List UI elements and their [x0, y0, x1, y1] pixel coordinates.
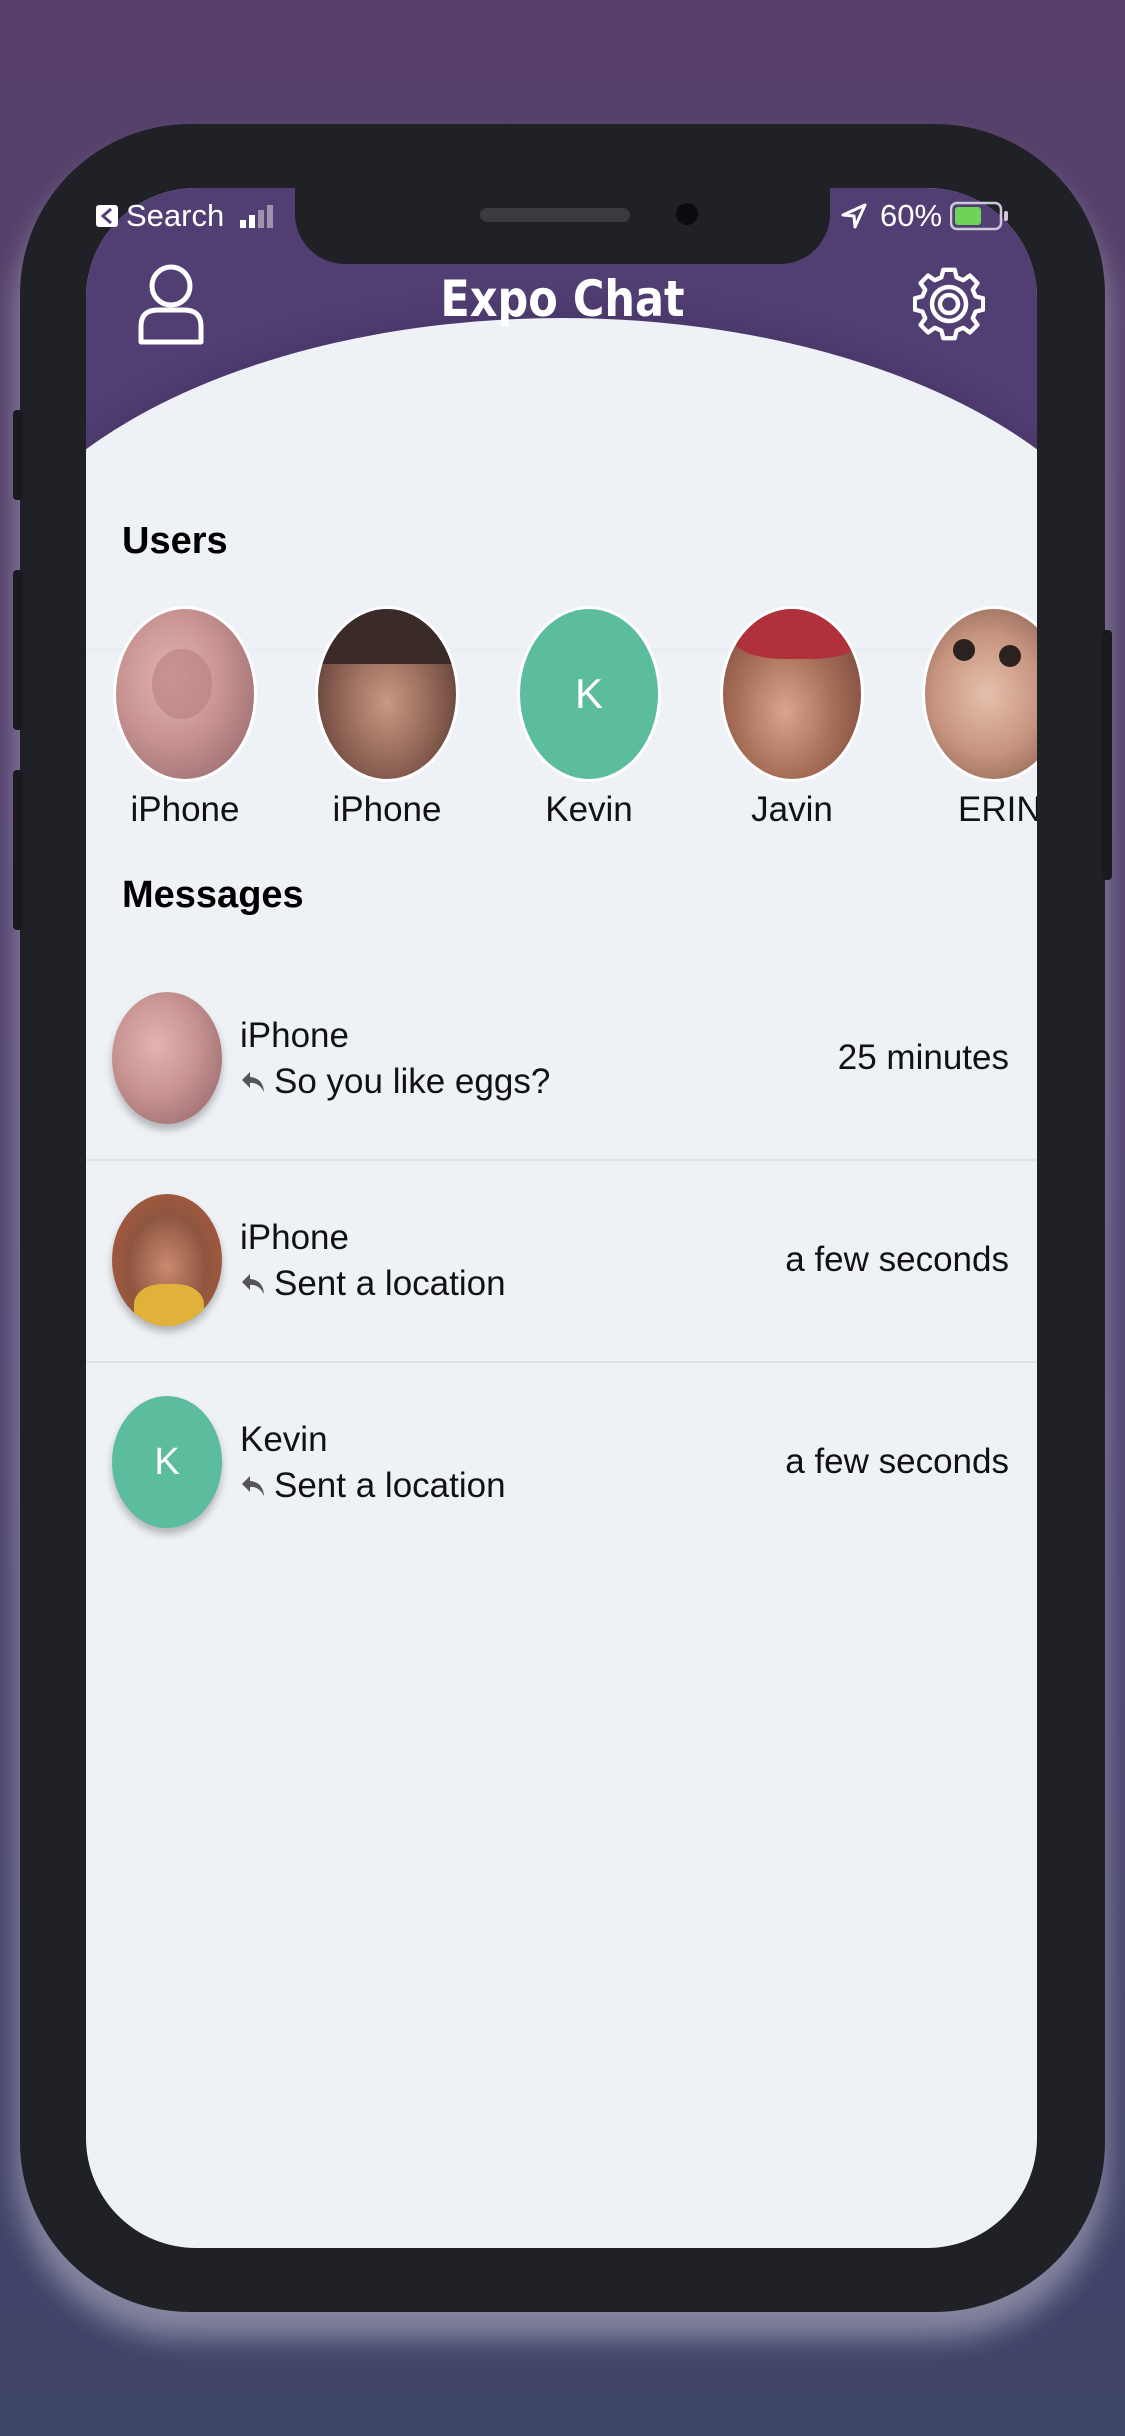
- message-time: a few seconds: [785, 1240, 1009, 1279]
- user-name: iPhone: [332, 790, 442, 829]
- earpiece-speaker: [480, 208, 630, 222]
- status-back-label: Search: [126, 198, 225, 233]
- message-row[interactable]: iPhone So you like eggs? 25 minutes: [86, 958, 1037, 1160]
- user-item[interactable]: iPhone: [315, 606, 459, 830]
- user-name: Kevin: [545, 790, 633, 829]
- message-preview: Sent a location: [240, 1264, 506, 1304]
- message-row[interactable]: K Kevin Sent a location a few seconds: [86, 1362, 1037, 1564]
- battery-percent: 60%: [880, 198, 943, 233]
- message-preview-text: So you like eggs?: [274, 1062, 551, 1101]
- user-name: iPhone: [130, 790, 240, 829]
- gear-icon: [912, 267, 986, 341]
- mute-switch: [13, 410, 23, 500]
- user-name: ERIN: [958, 790, 1037, 829]
- avatar: [112, 992, 222, 1124]
- message-preview: Sent a location: [240, 1466, 506, 1506]
- reply-icon: [242, 1072, 264, 1092]
- signal-icon: [240, 205, 274, 228]
- messages-heading: Messages: [122, 874, 304, 916]
- user-item[interactable]: ERIN: [922, 606, 1037, 830]
- message-time: a few seconds: [785, 1442, 1009, 1481]
- message-preview-text: Sent a location: [274, 1466, 506, 1505]
- page-title: Expo Chat: [440, 270, 685, 328]
- avatar: K: [112, 1396, 222, 1528]
- message-sender: Kevin: [240, 1420, 328, 1459]
- reply-icon: [242, 1274, 264, 1294]
- message-sender: iPhone: [240, 1016, 349, 1055]
- user-item[interactable]: K Kevin: [517, 606, 661, 830]
- user-name: Javin: [751, 790, 833, 829]
- volume-up-button: [13, 570, 23, 730]
- avatar: [112, 1194, 222, 1326]
- message-row[interactable]: iPhone Sent a location a few seconds: [86, 1160, 1037, 1362]
- message-time: 25 minutes: [837, 1038, 1009, 1077]
- avatar-initial: K: [154, 1440, 180, 1483]
- avatar: [720, 606, 864, 782]
- battery-icon: [950, 201, 1009, 231]
- front-camera: [676, 203, 698, 225]
- back-arrow-icon: [96, 205, 118, 227]
- avatar: K: [517, 606, 661, 782]
- volume-down-button: [13, 770, 23, 930]
- avatar: [922, 606, 1037, 782]
- status-right: 60%: [840, 198, 1010, 234]
- message-preview-text: Sent a location: [274, 1264, 506, 1303]
- avatar: [315, 606, 459, 782]
- message-sender: iPhone: [240, 1218, 349, 1257]
- power-button: [1102, 630, 1112, 880]
- status-back[interactable]: Search: [96, 198, 280, 234]
- user-item[interactable]: Javin: [720, 606, 864, 830]
- avatar: [113, 606, 257, 782]
- settings-button[interactable]: [912, 262, 986, 346]
- avatar-initial: K: [574, 670, 603, 717]
- user-item[interactable]: iPhone: [113, 606, 257, 830]
- users-heading: Users: [122, 520, 228, 562]
- location-arrow-icon: [841, 203, 867, 229]
- device-notch: [295, 188, 830, 264]
- message-preview: So you like eggs?: [240, 1062, 550, 1102]
- reply-icon: [242, 1476, 264, 1496]
